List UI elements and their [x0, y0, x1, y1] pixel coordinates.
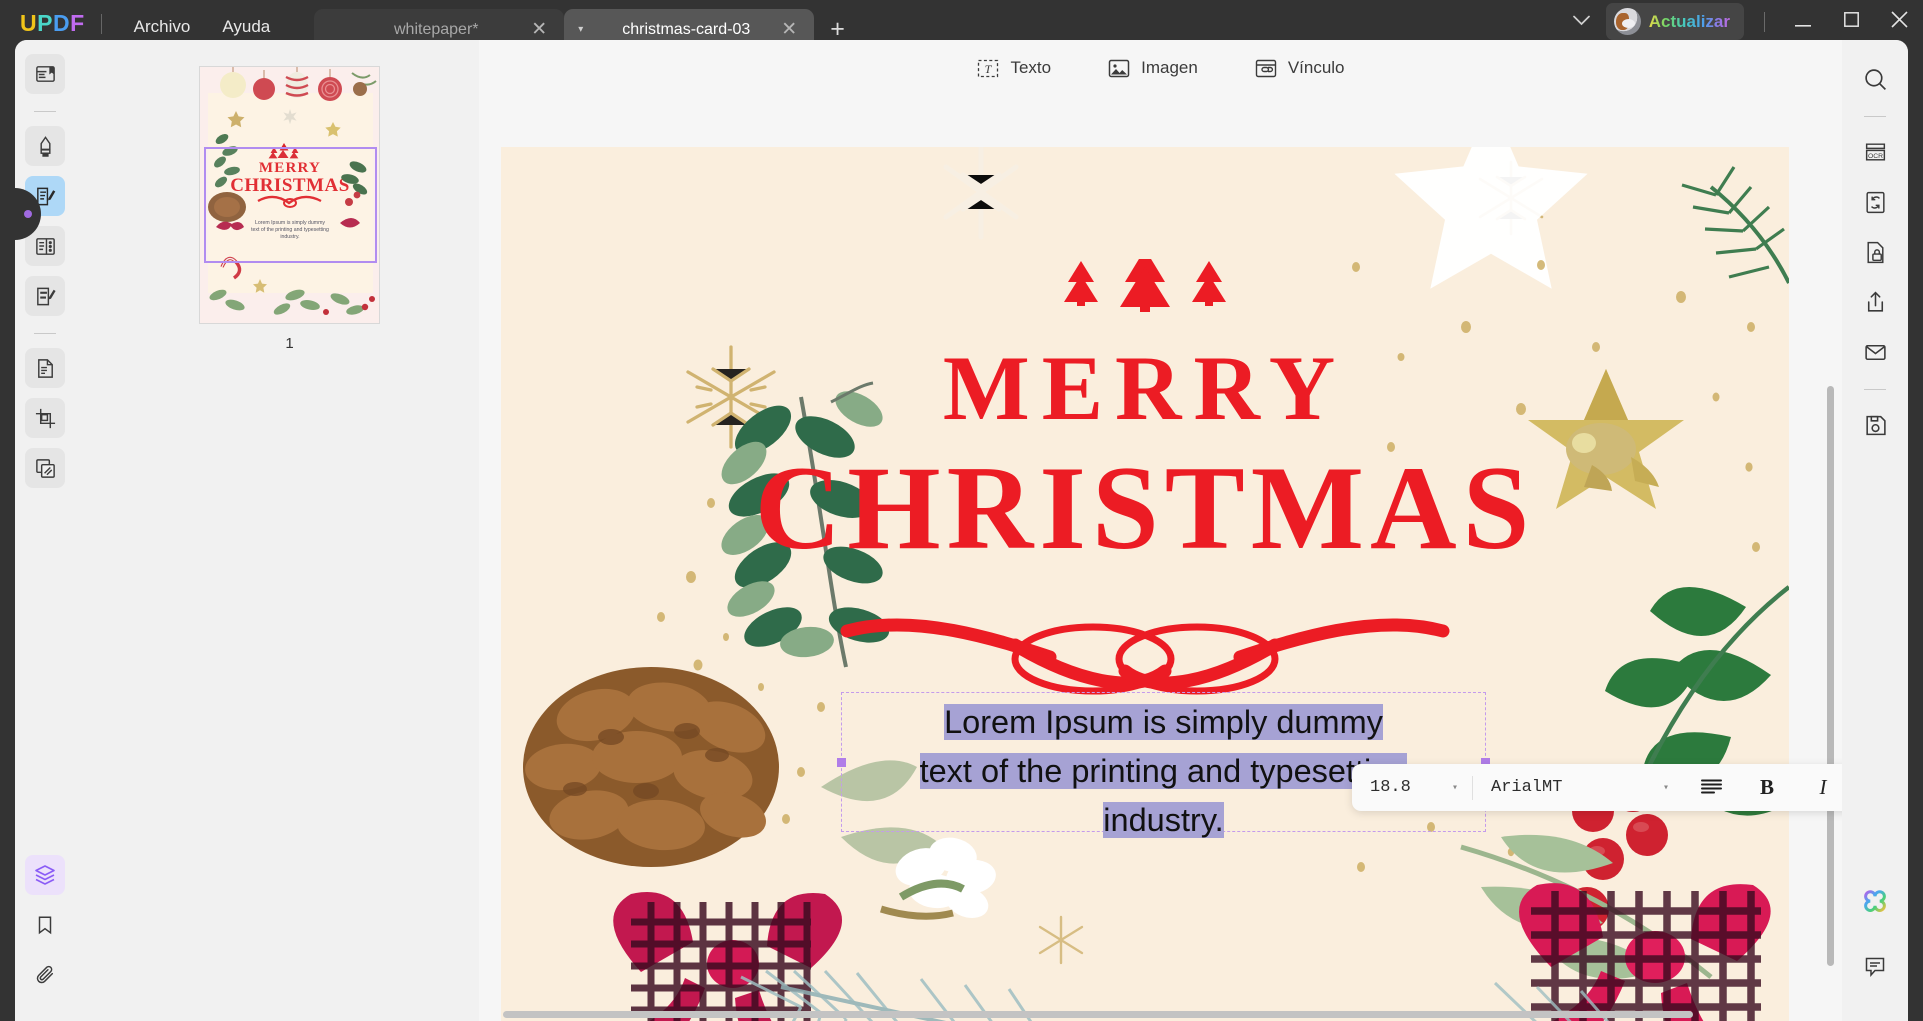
svg-text:T: T	[985, 62, 993, 76]
christmas-trees-icon	[1064, 259, 1226, 312]
tab-close-icon[interactable]: ✕	[528, 20, 550, 39]
window-controls-group: Actualizar	[1557, 3, 1923, 40]
save-floppy-icon[interactable]	[1854, 404, 1896, 446]
text-line-content: Lorem Ipsum is simply dummy	[944, 704, 1383, 740]
layers-icon[interactable]	[25, 855, 65, 895]
ai-flower-glyph	[1864, 890, 1886, 912]
tab-label: christmas-card-03	[622, 20, 751, 38]
menu-ayuda[interactable]: Ayuda	[206, 17, 286, 37]
convert-pdf-icon[interactable]	[25, 348, 65, 388]
maximize-button[interactable]	[1827, 12, 1875, 31]
tool-label: Vínculo	[1287, 58, 1345, 77]
thumbnail-item[interactable]: MERRY CHRISTMAS Lorem Ipsum is simply du…	[199, 66, 380, 352]
pdf-page[interactable]: MERRY CHRISTMAS Lorem Ipsum is simply du…	[501, 147, 1789, 1021]
tool-vinculo[interactable]: Vínculo	[1254, 57, 1345, 79]
align-justify-icon[interactable]	[1683, 779, 1739, 796]
chevron-down-icon[interactable]: ▾	[1663, 782, 1669, 794]
comment-highlight-icon[interactable]	[25, 126, 65, 166]
convert-file-icon[interactable]	[1854, 181, 1896, 223]
share-icon[interactable]	[1854, 281, 1896, 323]
chevron-down-icon[interactable]: ▾	[1452, 782, 1458, 794]
minimize-button[interactable]	[1779, 12, 1827, 32]
image-icon	[1107, 57, 1131, 79]
reader-mode-icon[interactable]	[25, 54, 65, 94]
controls-divider	[1764, 11, 1765, 32]
updf-logo: UPDF	[20, 10, 85, 36]
bookmark-icon[interactable]	[25, 905, 65, 945]
edit-toolbar: T Texto Imagen Vínculo	[479, 40, 1842, 96]
app-body: MERRY CHRISTMAS Lorem Ipsum is simply du…	[15, 40, 1908, 1021]
chevron-down-icon[interactable]	[1557, 13, 1606, 30]
mail-envelope-icon[interactable]	[1854, 331, 1896, 373]
tool-label: Texto	[1010, 58, 1052, 77]
text-box-icon: T	[976, 57, 1000, 79]
text-format-toolbar: 18.8 ▾ ArialMT ▾ B I ▾	[1352, 764, 1842, 811]
tool-imagen[interactable]: Imagen	[1107, 57, 1198, 79]
thumbnail-panel: MERRY CHRISTMAS Lorem Ipsum is simply du…	[75, 40, 479, 1021]
right-toolbar-bottom	[1842, 881, 1908, 995]
rail-divider	[34, 111, 56, 112]
selected-text-block[interactable]: Lorem Ipsum is simply dummy text of the …	[837, 692, 1490, 838]
italic-button[interactable]: I	[1795, 775, 1842, 800]
form-fill-icon[interactable]	[25, 276, 65, 316]
left-toolbar	[15, 40, 75, 1021]
svg-text:OCR: OCR	[1867, 152, 1882, 159]
avatar	[1613, 8, 1641, 35]
batch-process-icon[interactable]	[25, 448, 65, 488]
ai-assistant-icon[interactable]	[1854, 881, 1896, 923]
new-tab-button[interactable]: +	[830, 17, 845, 42]
vertical-scrollbar[interactable]	[1827, 386, 1834, 966]
horizontal-scrollbar[interactable]	[503, 1011, 1693, 1018]
thumbnail-page-number: 1	[285, 335, 294, 352]
text-line-content: industry.	[1103, 802, 1224, 838]
text-line: Lorem Ipsum is simply dummy	[842, 698, 1485, 747]
card-heading-christmas: CHRISTMAS	[754, 441, 1536, 574]
feedback-chat-icon[interactable]	[1854, 945, 1896, 987]
rail-divider	[34, 333, 56, 334]
tab-close-icon[interactable]: ✕	[778, 20, 800, 39]
resize-handle-left[interactable]	[837, 758, 846, 767]
update-button[interactable]: Actualizar	[1605, 3, 1744, 40]
font-family-selector[interactable]: ArialMT ▾	[1473, 778, 1683, 797]
tab-caret-icon[interactable]: ▾	[578, 24, 594, 35]
tab-label: whitepaper*	[394, 20, 479, 38]
bold-button[interactable]: B	[1739, 775, 1795, 800]
card-heading-merry: MERRY	[942, 337, 1348, 439]
crop-page-icon[interactable]	[25, 398, 65, 438]
link-icon	[1254, 57, 1278, 79]
left-toolbar-bottom	[15, 855, 75, 1005]
rail-divider	[1864, 116, 1886, 117]
tool-texto[interactable]: T Texto	[976, 57, 1051, 79]
ocr-icon[interactable]: OCR	[1854, 131, 1896, 173]
right-toolbar: OCR	[1842, 40, 1908, 1021]
page-thumbnail[interactable]: MERRY CHRISTMAS Lorem Ipsum is simply du…	[199, 66, 380, 324]
protect-lock-icon[interactable]	[1854, 231, 1896, 273]
document-viewer: T Texto Imagen Vínculo MERRY CHRISTMAS L…	[479, 40, 1842, 1021]
thumbnail-selection-frame	[204, 147, 377, 263]
search-icon[interactable]	[1854, 58, 1896, 100]
font-size-value: 18.8	[1370, 778, 1411, 797]
font-family-value: ArialMT	[1491, 778, 1563, 797]
rail-divider	[1864, 389, 1886, 390]
text-line-content: text of the printing and typesetting	[919, 753, 1408, 789]
menu-archivo[interactable]: Archivo	[118, 17, 207, 37]
logo-divider	[100, 14, 102, 34]
tool-label: Imagen	[1141, 58, 1198, 77]
close-button[interactable]	[1875, 10, 1923, 33]
page-canvas[interactable]: MERRY CHRISTMAS Lorem Ipsum is simply du…	[479, 96, 1842, 1021]
font-size-selector[interactable]: 18.8 ▾	[1352, 778, 1472, 797]
update-label: Actualizar	[1648, 11, 1730, 31]
attachment-icon[interactable]	[25, 955, 65, 995]
